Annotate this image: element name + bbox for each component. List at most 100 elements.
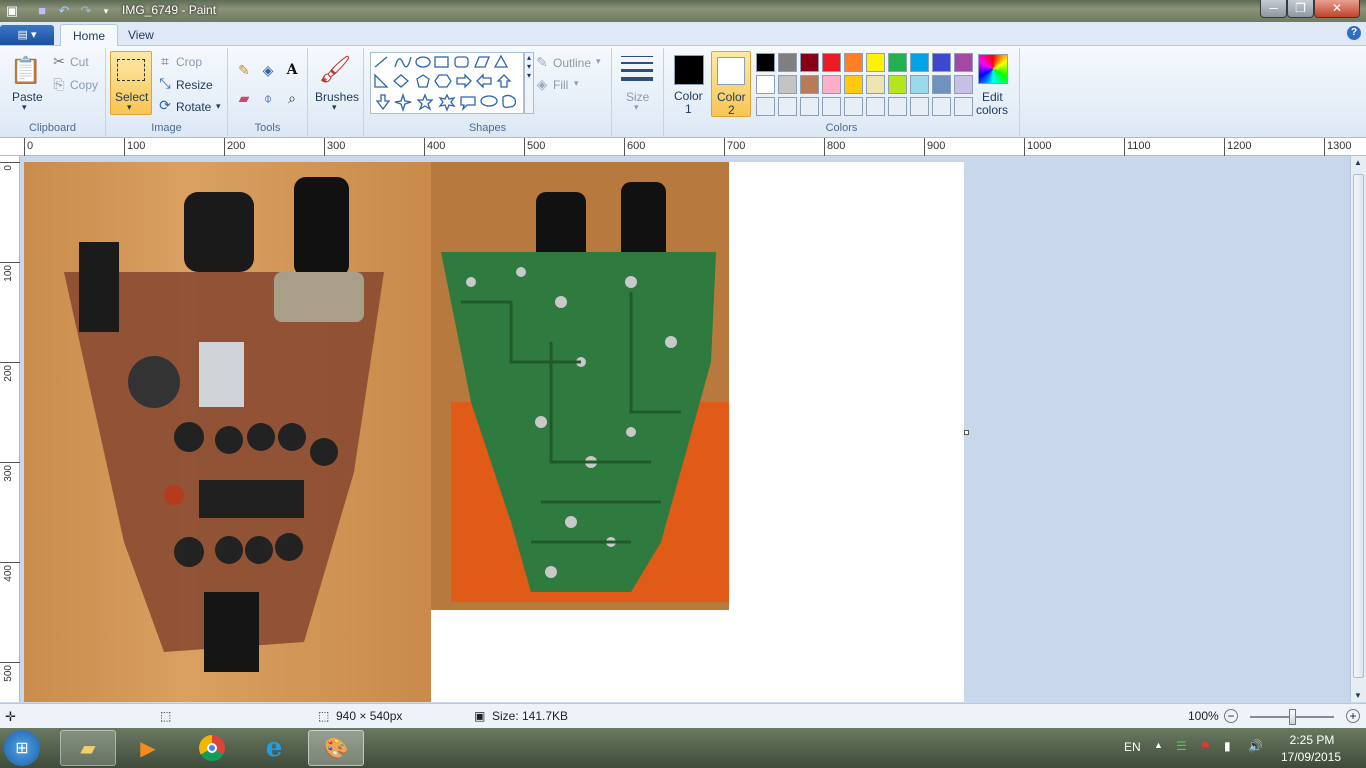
fill-dropdown-icon[interactable]: ▾ [574,78,579,89]
taskbar-paint[interactable]: 🎨 [308,730,364,766]
scrollbar-thumb[interactable] [1353,174,1364,678]
clock-date[interactable]: 17/09/2015 [1278,750,1344,764]
palette-swatch[interactable] [800,97,819,116]
palette-swatch[interactable] [756,53,775,72]
redo-icon[interactable]: ↷ [78,3,94,19]
palette-swatch[interactable] [954,97,973,116]
action-center-icon[interactable]: ⚑ [1200,739,1211,753]
palette-swatch[interactable] [932,53,951,72]
resize-button[interactable]: Resize [176,78,213,92]
cut-button[interactable]: Cut [70,55,89,69]
vertical-scrollbar[interactable]: ▲ ▼ [1350,156,1366,702]
taskbar-explorer[interactable]: ▰ [60,730,116,766]
palette-swatch[interactable] [800,53,819,72]
paste-button[interactable]: Paste [12,90,43,104]
palette-swatch[interactable] [778,53,797,72]
zoom-slider-thumb[interactable] [1289,709,1296,725]
edit-colors-icon[interactable] [978,54,1008,84]
tab-home[interactable]: Home [60,24,119,46]
start-button[interactable]: ⊞ [4,730,40,766]
fill-bucket-icon[interactable]: ◈ [258,60,278,80]
paste-dropdown-icon[interactable]: ▾ [22,102,27,113]
brushes-button[interactable]: Brushes [315,90,359,104]
palette-swatch[interactable] [866,75,885,94]
maximize-button[interactable]: ❐ [1287,0,1314,18]
paste-icon[interactable]: 📋 [10,52,42,88]
text-tool-icon[interactable]: A [282,60,302,80]
palette-swatch[interactable] [800,75,819,94]
brush-icon[interactable]: 🖌 [318,52,352,86]
palette-swatch[interactable] [778,75,797,94]
palette-swatch[interactable] [844,75,863,94]
help-icon[interactable]: ? [1347,26,1361,40]
edit-colors-label-line2[interactable]: colors [976,103,1008,117]
close-button[interactable]: ✕ [1314,0,1360,18]
power-icon[interactable]: ▮ [1224,739,1231,753]
sync-icon[interactable]: ☰ [1176,739,1187,753]
palette-swatch[interactable] [910,53,929,72]
minimize-button[interactable]: ─ [1260,0,1287,18]
rotate-button[interactable]: Rotate [176,100,211,114]
zoom-in-button[interactable]: + [1346,709,1360,723]
canvas-resize-handle[interactable] [964,430,969,435]
undo-icon[interactable]: ↶ [56,3,72,19]
save-icon[interactable]: ■ [34,3,50,19]
palette-swatch[interactable] [888,75,907,94]
language-indicator[interactable]: EN [1124,740,1141,754]
pencil-icon[interactable]: ✎ [234,60,254,80]
palette-swatch[interactable] [932,97,951,116]
palette-swatch[interactable] [844,53,863,72]
palette-swatch[interactable] [822,97,841,116]
shapes-gallery[interactable] [370,52,524,114]
taskbar-internet-explorer[interactable]: e [246,730,302,766]
color2-button[interactable]: Color 2 [711,51,751,117]
clock-time[interactable]: 2:25 PM [1282,733,1342,747]
palette-swatch[interactable] [778,97,797,116]
palette-swatch[interactable] [756,97,775,116]
taskbar-chrome[interactable] [184,730,240,766]
edit-colors-label-line1[interactable]: Edit [982,90,1003,104]
ribbon: 📋 Paste ▾ ✂ Cut ⎘ Copy Clipboard Select … [0,46,1366,138]
outline-button[interactable]: Outline [553,56,591,70]
customize-quick-access-icon[interactable]: ▾ [98,3,114,19]
palette-swatch[interactable] [756,75,775,94]
scroll-down-icon[interactable]: ▼ [1354,691,1362,700]
select-dropdown-icon[interactable]: ▾ [127,102,132,113]
palette-swatch[interactable] [888,97,907,116]
palette-swatch[interactable] [844,97,863,116]
scroll-up-icon[interactable]: ▲ [1354,158,1362,167]
palette-swatch[interactable] [866,53,885,72]
eraser-icon[interactable]: ▰ [234,88,254,108]
show-hidden-icons-icon[interactable]: ▲ [1154,740,1163,750]
drawing-canvas[interactable] [24,162,969,702]
palette-swatch[interactable] [954,53,973,72]
color-picker-icon[interactable]: ⌽ [258,88,278,108]
line-width-icon[interactable] [621,56,653,84]
volume-icon[interactable]: 🔊 [1248,739,1263,753]
color1-button[interactable]: Color 1 [670,51,708,117]
select-button[interactable]: Select ▾ [110,51,152,115]
palette-swatch[interactable] [954,75,973,94]
palette-swatch[interactable] [822,53,841,72]
magnifier-icon[interactable]: ⌕ [282,88,302,108]
size-dropdown-icon[interactable]: ▾ [634,102,639,113]
zoom-out-button[interactable]: − [1224,709,1238,723]
fill-button[interactable]: Fill [553,78,568,92]
taskbar-media-player[interactable]: ▶ [120,730,176,766]
palette-swatch[interactable] [866,97,885,116]
palette-swatch[interactable] [932,75,951,94]
palette-swatch[interactable] [910,75,929,94]
tab-view[interactable]: View [116,24,166,46]
brushes-dropdown-icon[interactable]: ▾ [332,102,337,113]
shapes-gallery-scroll[interactable]: ▴ ▾ ▾ [524,52,534,114]
windows-logo-icon: ⊞ [15,740,29,757]
paint-app-icon[interactable]: ▣ [4,3,20,19]
palette-swatch[interactable] [888,53,907,72]
rotate-dropdown-icon[interactable]: ▾ [216,101,221,112]
crop-button[interactable]: Crop [176,55,202,69]
outline-dropdown-icon[interactable]: ▾ [596,56,601,67]
paint-menu-button[interactable]: ▤ ▾ [0,25,54,45]
palette-swatch[interactable] [822,75,841,94]
palette-swatch[interactable] [910,97,929,116]
copy-button[interactable]: Copy [70,78,98,92]
